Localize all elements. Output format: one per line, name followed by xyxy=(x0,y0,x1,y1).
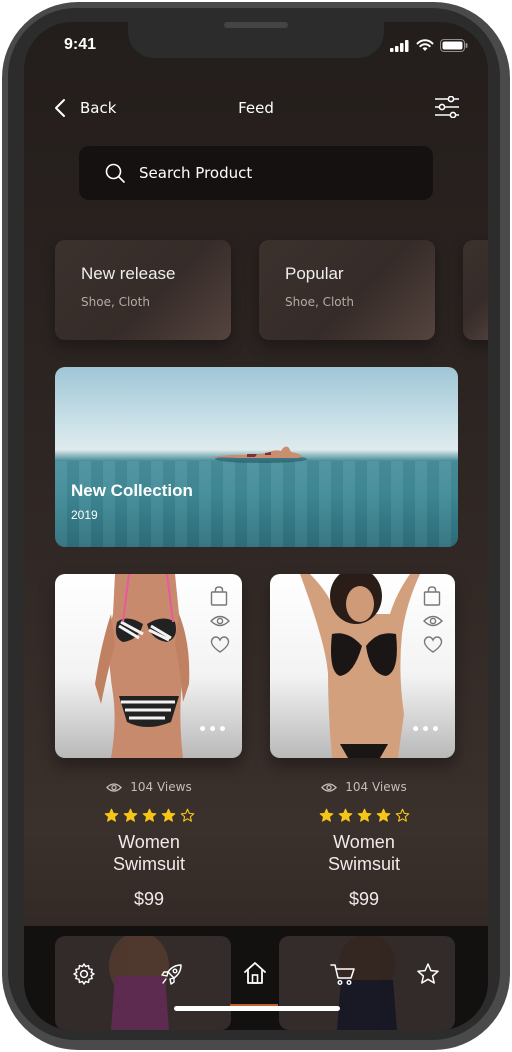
wifi-icon xyxy=(416,39,434,51)
views-label: 104 Views xyxy=(130,780,192,794)
heart-icon[interactable] xyxy=(210,636,230,654)
shopping-bag-icon[interactable] xyxy=(210,586,228,606)
cart-icon xyxy=(330,964,355,986)
nav-home[interactable] xyxy=(242,960,268,990)
views-count: 104 Views xyxy=(55,780,243,794)
star-filled-icon xyxy=(338,808,352,822)
notch xyxy=(128,22,384,58)
views-count: 104 Views xyxy=(270,780,458,794)
banner-title: New Collection xyxy=(71,481,193,500)
category-title: Popular xyxy=(285,264,344,283)
category-new-release[interactable]: New release Shoe, Cloth xyxy=(55,240,231,340)
star-icon xyxy=(417,963,439,984)
eye-icon[interactable] xyxy=(210,614,230,628)
app-screen: 9:41 Back Feed Search Product New releas… xyxy=(24,22,488,1030)
bottom-nav-bar xyxy=(24,926,488,1030)
nav-settings[interactable] xyxy=(72,962,96,990)
filter-button[interactable] xyxy=(434,95,460,122)
star-filled-icon xyxy=(319,808,333,822)
nav-cart[interactable] xyxy=(330,962,356,990)
eye-icon[interactable] xyxy=(423,614,443,628)
product-name-line: Swimsuit xyxy=(327,854,400,874)
signal-icon xyxy=(390,39,409,52)
category-card-partial[interactable] xyxy=(463,240,488,340)
rating-stars xyxy=(55,808,243,823)
eye-icon xyxy=(321,782,338,792)
product-name-line: Women xyxy=(118,832,180,852)
battery-icon xyxy=(440,39,468,52)
banner-year: 2019 xyxy=(71,508,98,522)
product-name-line: Swimsuit xyxy=(112,854,185,874)
views-label: 104 Views xyxy=(345,780,407,794)
category-title: New release xyxy=(81,264,176,283)
home-icon xyxy=(244,962,266,984)
rocket-icon xyxy=(161,964,182,985)
more-options-icon[interactable]: ••• xyxy=(198,722,228,738)
eye-icon xyxy=(106,782,123,792)
new-collection-banner[interactable]: New Collection 2019 xyxy=(55,367,458,547)
product-image[interactable]: ••• xyxy=(55,574,242,758)
star-empty-icon xyxy=(395,808,409,822)
product-card[interactable]: ••• 104 Views Women Swimsuit $99 xyxy=(55,574,243,910)
product-image[interactable]: ••• xyxy=(270,574,455,758)
water-texture xyxy=(55,461,458,547)
product-price: $99 xyxy=(133,889,165,909)
status-icons xyxy=(390,39,468,52)
star-filled-icon xyxy=(357,808,371,822)
product-name: Women Swimsuit xyxy=(55,831,243,875)
rating-stars xyxy=(270,808,458,823)
star-filled-icon xyxy=(123,808,137,822)
shopping-bag-icon[interactable] xyxy=(423,586,441,606)
more-options-icon[interactable]: ••• xyxy=(411,722,441,738)
nav-explore[interactable] xyxy=(160,962,184,990)
category-popular[interactable]: Popular Shoe, Cloth xyxy=(259,240,435,340)
search-icon xyxy=(105,163,125,183)
star-empty-icon xyxy=(180,808,194,822)
star-filled-icon xyxy=(142,808,156,822)
product-name-line: Women xyxy=(333,832,395,852)
category-subtitle: Shoe, Cloth xyxy=(81,295,150,309)
category-subtitle: Shoe, Cloth xyxy=(285,295,354,309)
product-card[interactable]: ••• 104 Views Women Swimsuit $99 xyxy=(270,574,458,910)
search-bar[interactable] xyxy=(79,146,433,200)
star-filled-icon xyxy=(376,808,390,822)
sliders-icon xyxy=(435,95,459,119)
nav-favorites[interactable] xyxy=(416,962,440,990)
gear-icon xyxy=(73,963,95,985)
page-title: Feed xyxy=(238,99,274,117)
star-filled-icon xyxy=(104,808,118,822)
status-time: 9:41 xyxy=(64,36,97,53)
search-input[interactable] xyxy=(139,164,399,182)
star-filled-icon xyxy=(161,808,175,822)
home-indicator xyxy=(174,1006,340,1011)
product-name: Women Swimsuit xyxy=(270,831,458,875)
product-actions xyxy=(210,586,230,654)
speaker xyxy=(224,22,288,28)
product-actions xyxy=(423,586,443,654)
product-price: $99 xyxy=(348,889,380,909)
banner-photo-person xyxy=(211,446,307,463)
heart-icon[interactable] xyxy=(423,636,443,654)
